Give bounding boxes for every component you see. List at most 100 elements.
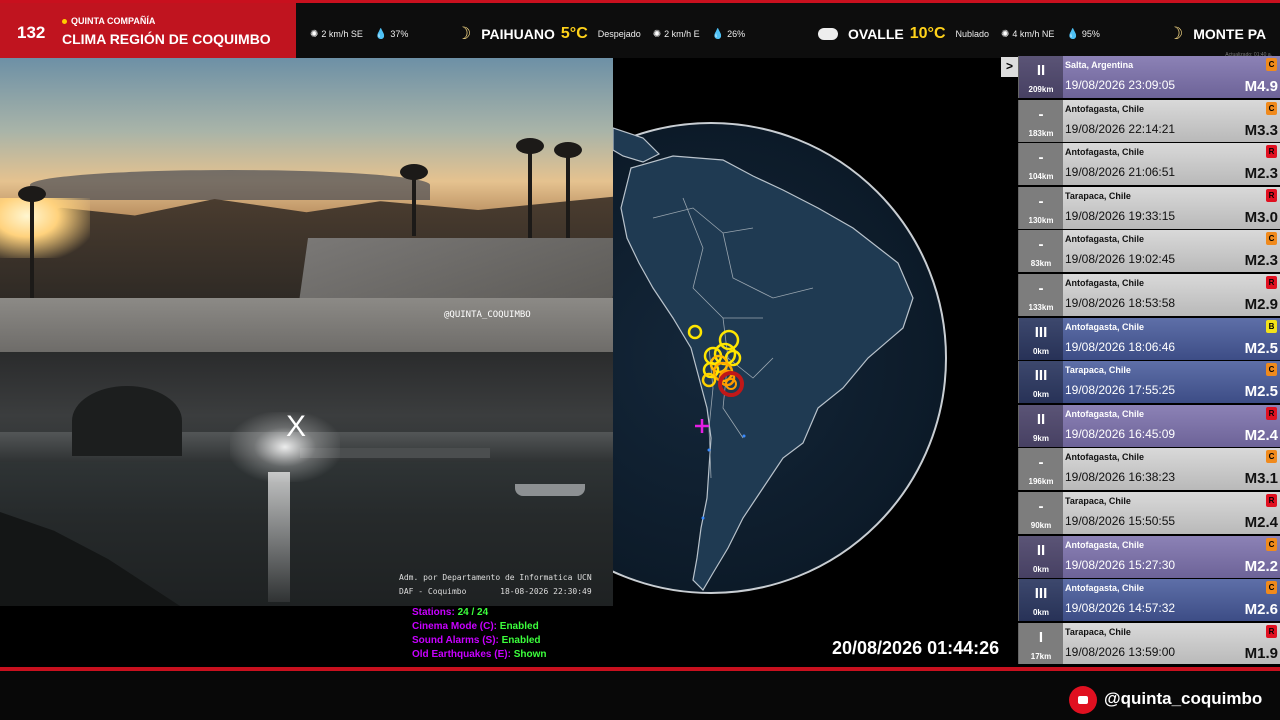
quake-magnitude: M2.6	[1244, 601, 1278, 619]
distance-value: 133km	[1028, 302, 1054, 312]
distance-value: 104km	[1028, 172, 1054, 182]
quake-source-badge: R	[1266, 493, 1277, 507]
quake-location: Salta, Argentina	[1065, 60, 1134, 70]
wind-icon: ✺	[652, 28, 662, 40]
camera-watermark: @QUINTA_COQUIMBO	[444, 310, 531, 320]
brand-title: CLIMA REGIÓN DE COQUIMBO	[62, 31, 271, 47]
distance-value: 130km	[1028, 215, 1054, 225]
quake-row[interactable]: II 0km Antofagasta, Chile 19/08/2026 15:27:…	[1018, 535, 1280, 578]
quake-source-badge: R	[1266, 624, 1277, 638]
quake-row[interactable]: I 17km Tarapaca, Chile 19/08/2026 13:59:00 M…	[1018, 622, 1280, 664]
quake-magnitude: M2.3	[1244, 252, 1278, 270]
station-dot	[707, 448, 711, 452]
quake-location: Tarapaca, Chile	[1065, 626, 1131, 637]
wind-value: 4 km/h NE	[1012, 29, 1055, 39]
earthquake-list[interactable]: II 209km Salta, Argentina 19/08/2026 23:09:…	[1018, 56, 1280, 664]
quake-time: 19/08/2026 19:33:15	[1065, 208, 1176, 223]
youtube-icon	[1069, 686, 1097, 714]
stream-overlay: 132 QUINTA COMPAÑÍA CLIMA REGIÓN DE COQU…	[0, 0, 1280, 720]
status-stations: Stations: 24 / 24	[412, 606, 546, 620]
distance-value: 90km	[1030, 520, 1052, 530]
system-status: Stations: 24 / 24 Cinema Mode (C): Enabl…	[412, 606, 546, 662]
ticker-city-monte-patria: ☽ MONTE PA	[1168, 24, 1272, 44]
quake-row[interactable]: - 133km Antofagasta, Chile 19/08/2026 18:53…	[1018, 273, 1280, 316]
quake-row[interactable]: - 104km Antofagasta, Chile 19/08/2026 21:06…	[1018, 143, 1280, 186]
quake-row[interactable]: III 0km Antofagasta, Chile 19/08/2026 18:06…	[1018, 317, 1280, 360]
quake-time: 19/08/2026 16:45:09	[1065, 426, 1176, 441]
quake-row[interactable]: III 0km Tarapaca, Chile 19/08/2026 17:55:25…	[1018, 361, 1280, 404]
intensity-value: II	[1036, 541, 1046, 559]
quake-source-badge: C	[1266, 363, 1277, 377]
rocks	[0, 512, 180, 606]
quake-source-badge: R	[1266, 406, 1277, 420]
quake-location: Antofagasta, Chile	[1065, 277, 1145, 288]
distance-value: 0km	[1032, 346, 1049, 356]
quake-location: Tarapaca, Chile	[1065, 495, 1131, 506]
status-sound: Sound Alarms (S): Enabled	[412, 634, 546, 648]
camera-feed-coquimbo-rooftop: @QUINTA_COQUIMBO	[0, 58, 613, 352]
roof	[0, 298, 613, 352]
intensity-value: -	[1038, 105, 1044, 123]
station-dot	[701, 516, 705, 520]
quake-row[interactable]: II 9km Antofagasta, Chile 19/08/2026 16:45:…	[1018, 404, 1280, 447]
quake-source-badge: B	[1266, 319, 1277, 333]
city-condition: Nublado	[955, 29, 990, 39]
status-cinema: Cinema Mode (C): Enabled	[412, 620, 546, 634]
intensity-box: - 104km	[1019, 143, 1063, 186]
weather-ticker: ✺ 2 km/h SE 💧 37% ☽ PAIHUANO 5°C Despejado…	[296, 3, 1280, 58]
quake-magnitude: M3.3	[1244, 121, 1278, 139]
ticker-city-ovalle: OVALLE 10°C Nublado ✺ 4 km/h NE 💧 95%	[818, 24, 1112, 44]
quake-magnitude: M3.1	[1244, 470, 1278, 488]
brand-block: 132 QUINTA COMPAÑÍA CLIMA REGIÓN DE COQU…	[0, 3, 296, 58]
quake-location: Antofagasta, Chile	[1065, 147, 1145, 158]
globe-map[interactable]	[613, 58, 1018, 666]
quake-row[interactable]: - 196km Antofagasta, Chile 19/08/2026 16:38…	[1018, 448, 1280, 491]
quake-row[interactable]: - 183km Antofagasta, Chile 19/08/2026 22:14…	[1018, 99, 1280, 142]
earthquake-globe[interactable]	[613, 58, 1018, 666]
quake-source-badge: C	[1266, 58, 1277, 71]
intensity-box: - 90km	[1019, 491, 1063, 534]
boat	[515, 484, 585, 496]
distance-value: 0km	[1032, 608, 1049, 618]
intensity-box: II 0km	[1019, 535, 1063, 578]
cloud-icon	[818, 28, 838, 40]
quake-source-badge: R	[1266, 275, 1277, 289]
quake-magnitude: M1.9	[1244, 644, 1278, 662]
quake-time: 19/08/2026 21:06:51	[1065, 165, 1176, 180]
quake-time: 19/08/2026 15:27:30	[1065, 557, 1176, 572]
station-dot	[742, 434, 746, 438]
hills	[30, 170, 430, 200]
quake-source-badge: C	[1266, 537, 1277, 551]
wind-icon: ✺	[1001, 28, 1010, 40]
intensity-value: II	[1036, 410, 1046, 428]
close-icon[interactable]: X	[286, 410, 306, 444]
quake-row[interactable]: II 209km Salta, Argentina 19/08/2026 23:09:…	[1018, 56, 1280, 98]
moon-icon: ☽	[1168, 24, 1184, 43]
ticker-city-paihuano: ☽ PAIHUANO 5°C Despejado ✺ 2 km/h E 💧 26%	[456, 24, 757, 44]
toggle-list-button[interactable]: >	[1001, 57, 1018, 77]
status-value: Shown	[513, 649, 547, 660]
credit-line: DAF - Coquimbo 18-08-2026 22:30:49	[399, 587, 592, 596]
quake-row[interactable]: III 0km Antofagasta, Chile 19/08/2026 14:57…	[1018, 579, 1280, 622]
intensity-box: II 9km	[1019, 404, 1063, 447]
weather-header: 132 QUINTA COMPAÑÍA CLIMA REGIÓN DE COQU…	[0, 0, 1280, 58]
palm-tree	[18, 186, 46, 298]
quake-location: Antofagasta, Chile	[1065, 539, 1145, 550]
distance-value: 0km	[1032, 390, 1049, 400]
intensity-box: - 183km	[1019, 99, 1063, 142]
quake-row[interactable]: - 90km Tarapaca, Chile 19/08/2026 15:50:55 M…	[1018, 491, 1280, 534]
quake-magnitude: M3.0	[1244, 208, 1278, 226]
quake-row[interactable]: - 130km Tarapaca, Chile 19/08/2026 19:33:15…	[1018, 186, 1280, 229]
quake-row[interactable]: - 83km Antofagasta, Chile 19/08/2026 19:02:…	[1018, 230, 1280, 273]
quake-location: Antofagasta, Chile	[1065, 583, 1145, 594]
sun-glow	[0, 198, 90, 258]
quake-time: 19/08/2026 16:38:23	[1065, 470, 1176, 485]
quake-time: 19/08/2026 18:06:46	[1065, 339, 1176, 354]
humidity-value: 95%	[1081, 29, 1100, 39]
quake-location: Antofagasta, Chile	[1065, 452, 1145, 463]
intensity-box: III 0km	[1019, 361, 1063, 404]
utc-clock: 20/08/2026 01:44:26	[832, 638, 1000, 658]
city-temp: 10°C	[909, 25, 946, 42]
intensity-value: II	[1036, 62, 1046, 79]
intensity-value: -	[1038, 497, 1044, 515]
